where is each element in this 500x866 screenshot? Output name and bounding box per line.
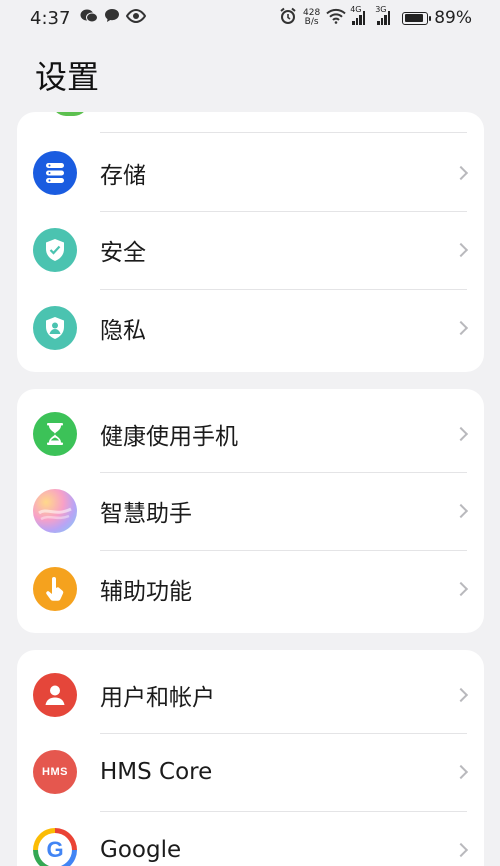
settings-item-label: 健康使用手机	[100, 424, 238, 450]
wechat-icon	[80, 8, 99, 28]
assistant-icon	[33, 489, 77, 533]
hourglass-icon	[33, 412, 77, 456]
settings-item-security[interactable]: 安全	[17, 211, 484, 289]
partial-item-icon	[52, 112, 88, 116]
status-bar-left: 4:37	[30, 7, 147, 29]
net-speed: 428 B/s	[303, 9, 320, 27]
settings-item-accessibility[interactable]: 辅助功能	[17, 550, 484, 628]
cellular-signal-2-icon: 3G	[375, 5, 391, 25]
battery-fill	[404, 14, 424, 22]
settings-group-3: 用户和帐户 HMS HMS Core G Google	[17, 650, 484, 866]
settings-item-digital-balance[interactable]: 健康使用手机	[17, 395, 484, 473]
settings-item-users-accounts[interactable]: 用户和帐户	[17, 656, 484, 734]
alarm-icon	[279, 7, 297, 30]
battery-percent: 89%	[434, 8, 472, 28]
chevron-right-icon	[453, 842, 469, 858]
settings-item-label: 存储	[100, 163, 146, 189]
chevron-right-icon	[453, 242, 469, 258]
message-icon	[104, 8, 120, 28]
settings-item-label: 隐私	[100, 318, 146, 344]
settings-item-label: 用户和帐户	[100, 685, 215, 711]
settings-item-privacy[interactable]: 隐私	[17, 289, 484, 367]
accessibility-hand-icon	[33, 567, 77, 611]
divider	[100, 132, 467, 133]
storage-icon	[33, 151, 77, 195]
google-icon: G	[33, 828, 77, 866]
hms-core-icon-text: HMS	[42, 766, 68, 778]
net-speed-unit: B/s	[304, 17, 319, 27]
signal2-tag: 3G	[375, 5, 387, 14]
settings-item-label: Google	[100, 837, 182, 863]
chevron-right-icon	[453, 764, 469, 780]
signal1-tag: 4G	[350, 5, 362, 14]
hms-core-icon: HMS	[33, 750, 77, 794]
status-bar: 4:37 428 B/s 4G 3G 89%	[0, 0, 500, 36]
user-icon	[33, 673, 77, 717]
google-icon-text: G	[46, 837, 64, 862]
chevron-right-icon	[453, 165, 469, 181]
settings-item-label: HMS Core	[100, 759, 213, 785]
cellular-signal-1-icon: 4G	[350, 5, 366, 25]
settings-group-2: 健康使用手机 智慧助手 辅助功能	[17, 389, 484, 633]
security-shield-icon	[33, 228, 77, 272]
settings-item-label: 辅助功能	[100, 579, 192, 605]
battery-icon	[402, 11, 432, 25]
status-bar-right: 428 B/s 4G 3G 89%	[279, 5, 472, 30]
chevron-right-icon	[453, 426, 469, 442]
chevron-right-icon	[453, 320, 469, 336]
settings-item-label: 安全	[100, 240, 146, 266]
chevron-right-icon	[453, 503, 469, 519]
chevron-right-icon	[453, 687, 469, 703]
settings-item-google[interactable]: G Google	[17, 811, 484, 866]
chevron-right-icon	[453, 581, 469, 597]
settings-group-1: 存储 安全 隐私	[17, 112, 484, 372]
settings-item-smart-assistant[interactable]: 智慧助手	[17, 472, 484, 550]
status-time: 4:37	[30, 7, 71, 29]
privacy-icon	[33, 306, 77, 350]
eye-icon	[126, 8, 147, 28]
settings-item-storage[interactable]: 存储	[17, 134, 484, 212]
wifi-icon	[326, 8, 346, 29]
page-title: 设置	[35, 58, 100, 96]
settings-item-hms-core[interactable]: HMS HMS Core	[17, 733, 484, 811]
settings-item-label: 智慧助手	[100, 501, 192, 527]
